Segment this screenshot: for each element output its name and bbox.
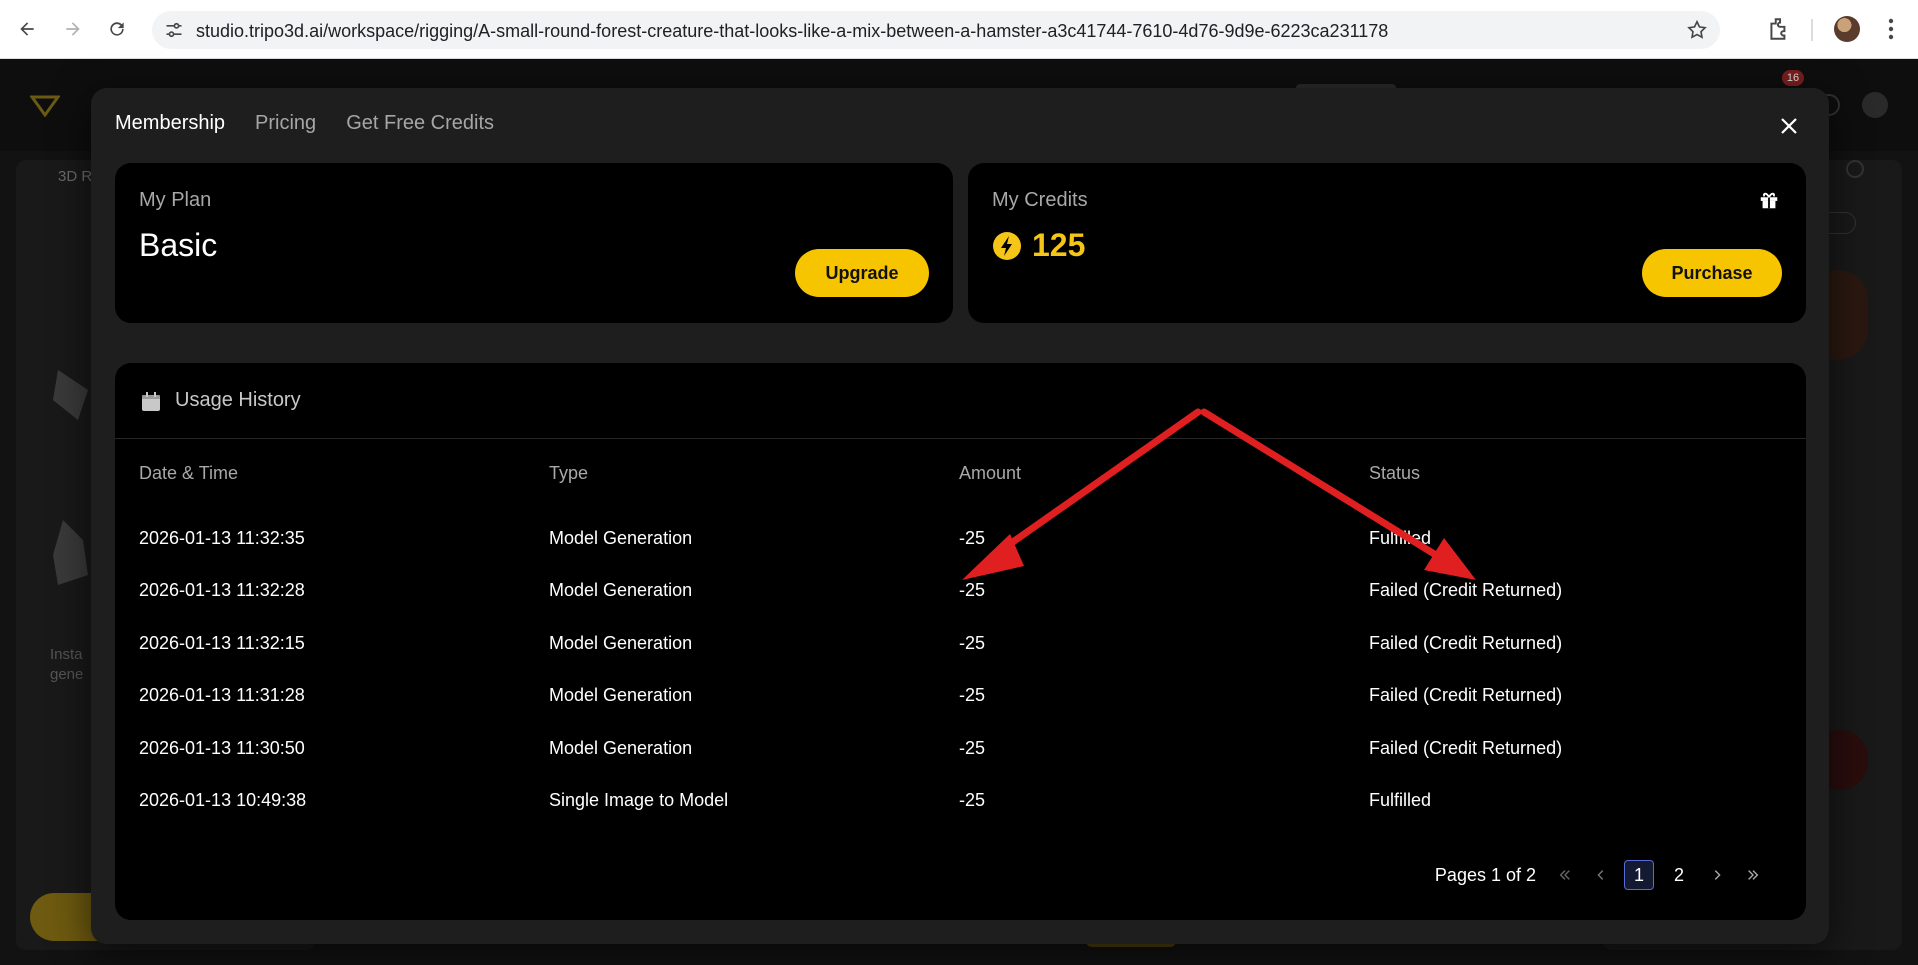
- history-icon: [1846, 160, 1864, 178]
- profile-avatar[interactable]: [1834, 16, 1860, 42]
- cell-status: Failed (Credit Returned): [1369, 738, 1563, 758]
- plan-title: My Plan: [139, 189, 212, 211]
- site-settings-icon[interactable]: [164, 20, 184, 40]
- pagination: Pages 1 of 2 1 2: [1435, 860, 1766, 890]
- modal-tabs: Membership Pricing Get Free Credits: [115, 112, 494, 135]
- tab-pricing[interactable]: Pricing: [255, 112, 316, 135]
- upgrade-button[interactable]: Upgrade: [795, 249, 929, 297]
- tab-membership[interactable]: Membership: [115, 112, 225, 135]
- bg-side-text: Insta gene: [50, 646, 84, 683]
- cell-type: Model Generation: [549, 738, 693, 758]
- purchase-button[interactable]: Purchase: [1642, 249, 1782, 297]
- notification-badge: 16: [1782, 70, 1804, 86]
- cell-amount: -25: [959, 738, 986, 758]
- lightning-icon: [993, 231, 1021, 260]
- cell-amount: -25: [959, 580, 986, 600]
- toolbar-divider: [1811, 19, 1813, 41]
- usage-history-header: Usage History: [115, 363, 1806, 439]
- usage-history-card: Usage History Date & Time Type Amount St…: [115, 363, 1806, 920]
- close-icon[interactable]: [1777, 114, 1801, 138]
- cell-amount: -25: [959, 633, 986, 653]
- page-1-button[interactable]: 1: [1624, 860, 1654, 890]
- cell-datetime: 2026-01-13 11:32:35: [139, 528, 305, 548]
- user-icon: [1862, 92, 1888, 118]
- membership-modal: Membership Pricing Get Free Credits My P…: [91, 88, 1829, 944]
- cell-datetime: 2026-01-13 11:31:28: [139, 685, 305, 705]
- last-page-button[interactable]: [1740, 862, 1766, 888]
- column-header-status: Status: [1369, 463, 1421, 483]
- cell-datetime: 2026-01-13 11:32:28: [139, 580, 305, 600]
- cell-datetime: 2026-01-13 11:30:50: [139, 738, 305, 758]
- credits-card: My Credits 125 Purchase: [968, 163, 1806, 323]
- chevron-right-icon: [1714, 870, 1721, 880]
- next-page-button[interactable]: [1704, 862, 1730, 888]
- plan-name: Basic: [139, 227, 218, 263]
- cell-datetime: 2026-01-13 10:49:38: [139, 790, 307, 810]
- bookmark-star-icon[interactable]: [1686, 19, 1708, 41]
- arrow-right-icon: [66, 22, 80, 36]
- address-bar[interactable]: studio.tripo3d.ai/workspace/rigging/A-sm…: [152, 11, 1720, 49]
- credit-balance: 125: [992, 227, 1085, 264]
- chevron-left-icon: [1597, 870, 1604, 880]
- cell-amount: -25: [959, 528, 986, 548]
- column-header-amount: Amount: [959, 463, 1022, 483]
- cell-type: Model Generation: [549, 685, 693, 705]
- double-chevron-right-icon: [1748, 870, 1759, 880]
- arrow-left-icon: [20, 22, 34, 36]
- calendar-icon: [142, 392, 160, 411]
- gift-icon[interactable]: [1758, 189, 1780, 211]
- tab-get-free-credits[interactable]: Get Free Credits: [346, 112, 494, 135]
- cell-status: Fulfilled: [1369, 790, 1432, 810]
- column-header-type: Type: [549, 463, 589, 483]
- credits-title: My Credits: [992, 189, 1088, 211]
- pages-label: Pages 1 of 2: [1434, 864, 1536, 885]
- browser-toolbar: studio.tripo3d.ai/workspace/rigging/A-sm…: [0, 0, 1918, 59]
- cell-type: Model Generation: [549, 633, 693, 653]
- cell-amount: -25: [959, 685, 986, 705]
- reload-button[interactable]: [100, 12, 134, 46]
- menu-kebab-icon[interactable]: [1888, 17, 1894, 41]
- first-page-button[interactable]: [1552, 862, 1578, 888]
- reload-icon: [110, 22, 124, 36]
- url-text: studio.tripo3d.ai/workspace/rigging/A-sm…: [196, 21, 1389, 41]
- extensions-puzzle-icon[interactable]: [1766, 16, 1792, 42]
- column-header-date: Date & Time: [139, 463, 239, 483]
- cell-amount: -25: [959, 790, 986, 810]
- cell-datetime: 2026-01-13 11:32:15: [139, 633, 305, 653]
- cell-status: Failed (Credit Returned): [1369, 580, 1563, 600]
- usage-history-title: Usage History: [175, 389, 301, 411]
- prev-page-button[interactable]: [1588, 862, 1614, 888]
- back-button[interactable]: [10, 12, 44, 46]
- page-2-button[interactable]: 2: [1664, 860, 1694, 890]
- cell-status: Failed (Credit Returned): [1369, 633, 1563, 653]
- double-chevron-left-icon: [1559, 870, 1570, 880]
- panel-label: 3D R: [58, 168, 93, 185]
- cell-type: Single Image to Model: [549, 790, 729, 810]
- cell-type: Model Generation: [549, 580, 693, 600]
- cell-status: Fulfilled: [1369, 528, 1432, 548]
- plan-card: My Plan Basic Upgrade: [115, 163, 953, 323]
- forward-button[interactable]: [56, 12, 90, 46]
- tripo-logo-icon: [30, 95, 60, 117]
- credit-value: 125: [1032, 227, 1086, 263]
- cell-status: Failed (Credit Returned): [1369, 685, 1563, 705]
- cell-type: Model Generation: [549, 528, 693, 548]
